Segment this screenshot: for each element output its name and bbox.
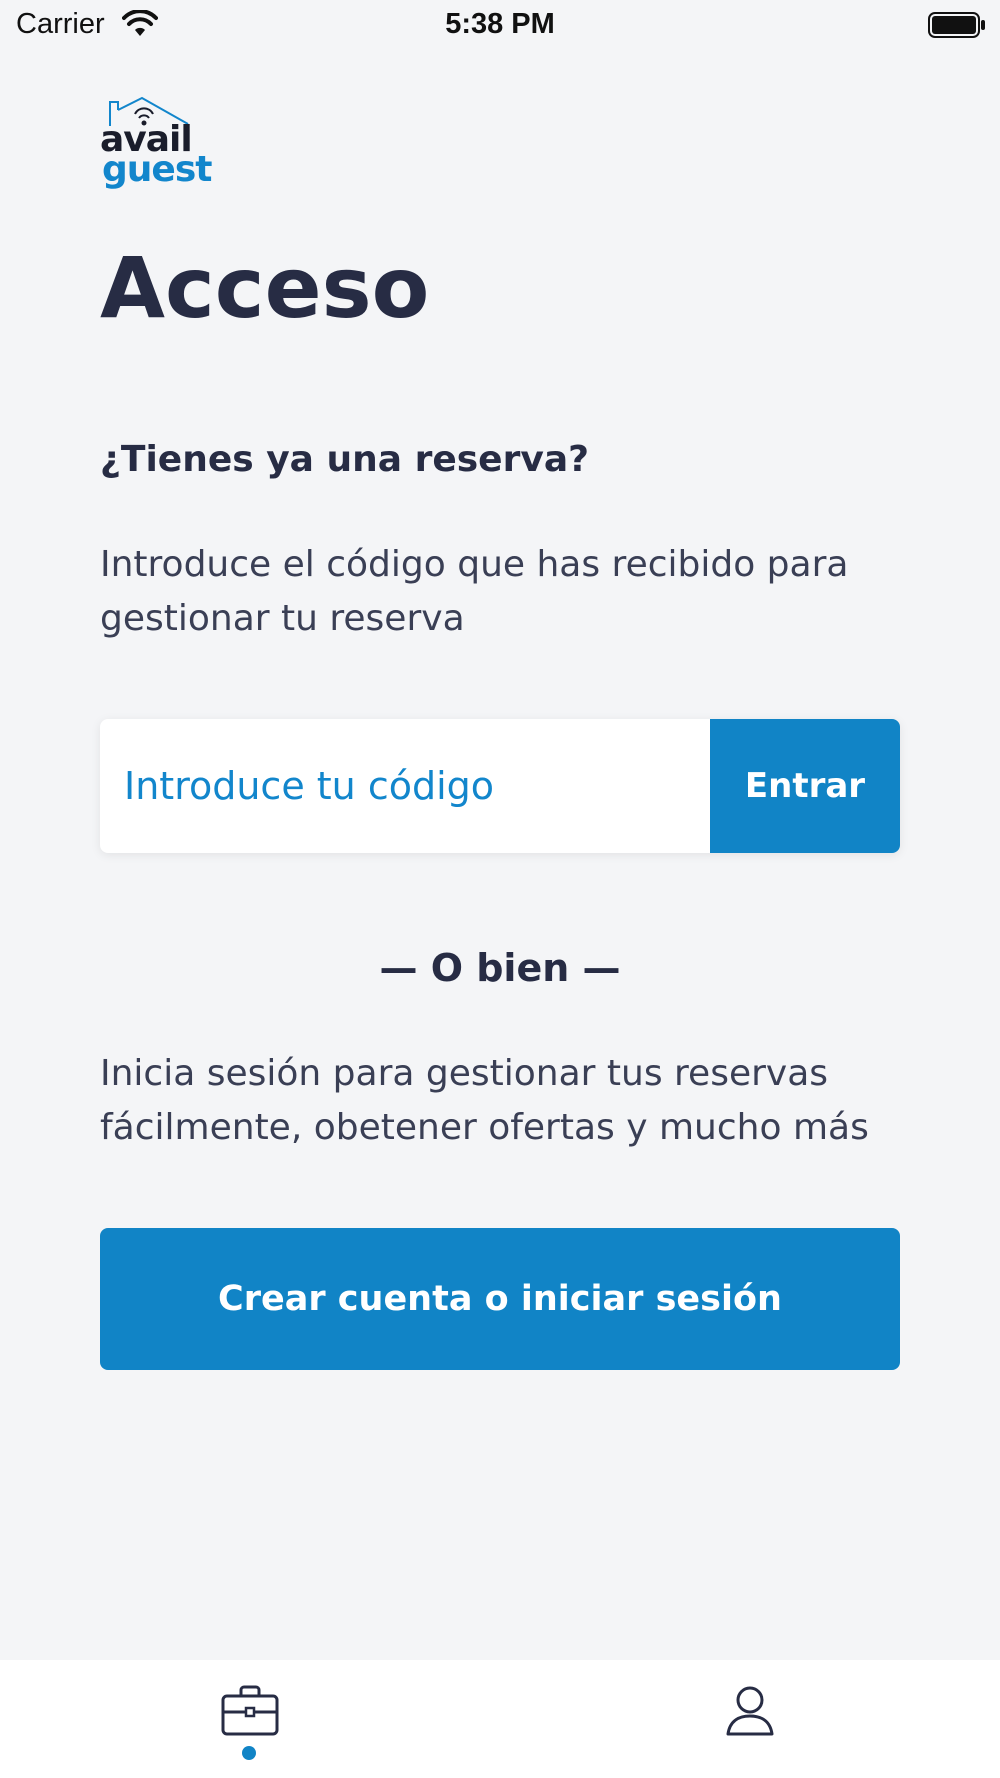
user-icon bbox=[726, 1686, 774, 1736]
briefcase-icon bbox=[221, 1685, 279, 1736]
status-bar: Carrier 5:38 PM bbox=[0, 0, 1000, 52]
create-account-or-login-button[interactable]: Crear cuenta o iniciar sesión bbox=[100, 1228, 900, 1370]
reservation-heading: ¿Tienes ya una reserva? bbox=[100, 439, 589, 480]
logo-text-guest: guest bbox=[102, 149, 212, 190]
enter-button[interactable]: Entrar bbox=[710, 719, 900, 853]
or-divider: — O bien — bbox=[379, 946, 621, 990]
tab-bar bbox=[0, 1660, 1000, 1778]
page-title: Acceso bbox=[100, 239, 430, 337]
tab-profile[interactable] bbox=[690, 1660, 810, 1778]
tab-bookings[interactable] bbox=[190, 1660, 310, 1778]
reservation-description: Introduce el código que has recibido par… bbox=[100, 544, 849, 639]
status-time: 5:38 PM bbox=[445, 8, 555, 40]
active-tab-indicator bbox=[242, 1746, 256, 1760]
battery-icon bbox=[928, 12, 985, 38]
login-description: Inicia sesión para gestionar tus reserva… bbox=[100, 1053, 869, 1148]
reservation-code-form: Entrar bbox=[100, 719, 900, 853]
app-logo: avail guest bbox=[100, 96, 212, 192]
reservation-code-input[interactable] bbox=[100, 719, 710, 853]
